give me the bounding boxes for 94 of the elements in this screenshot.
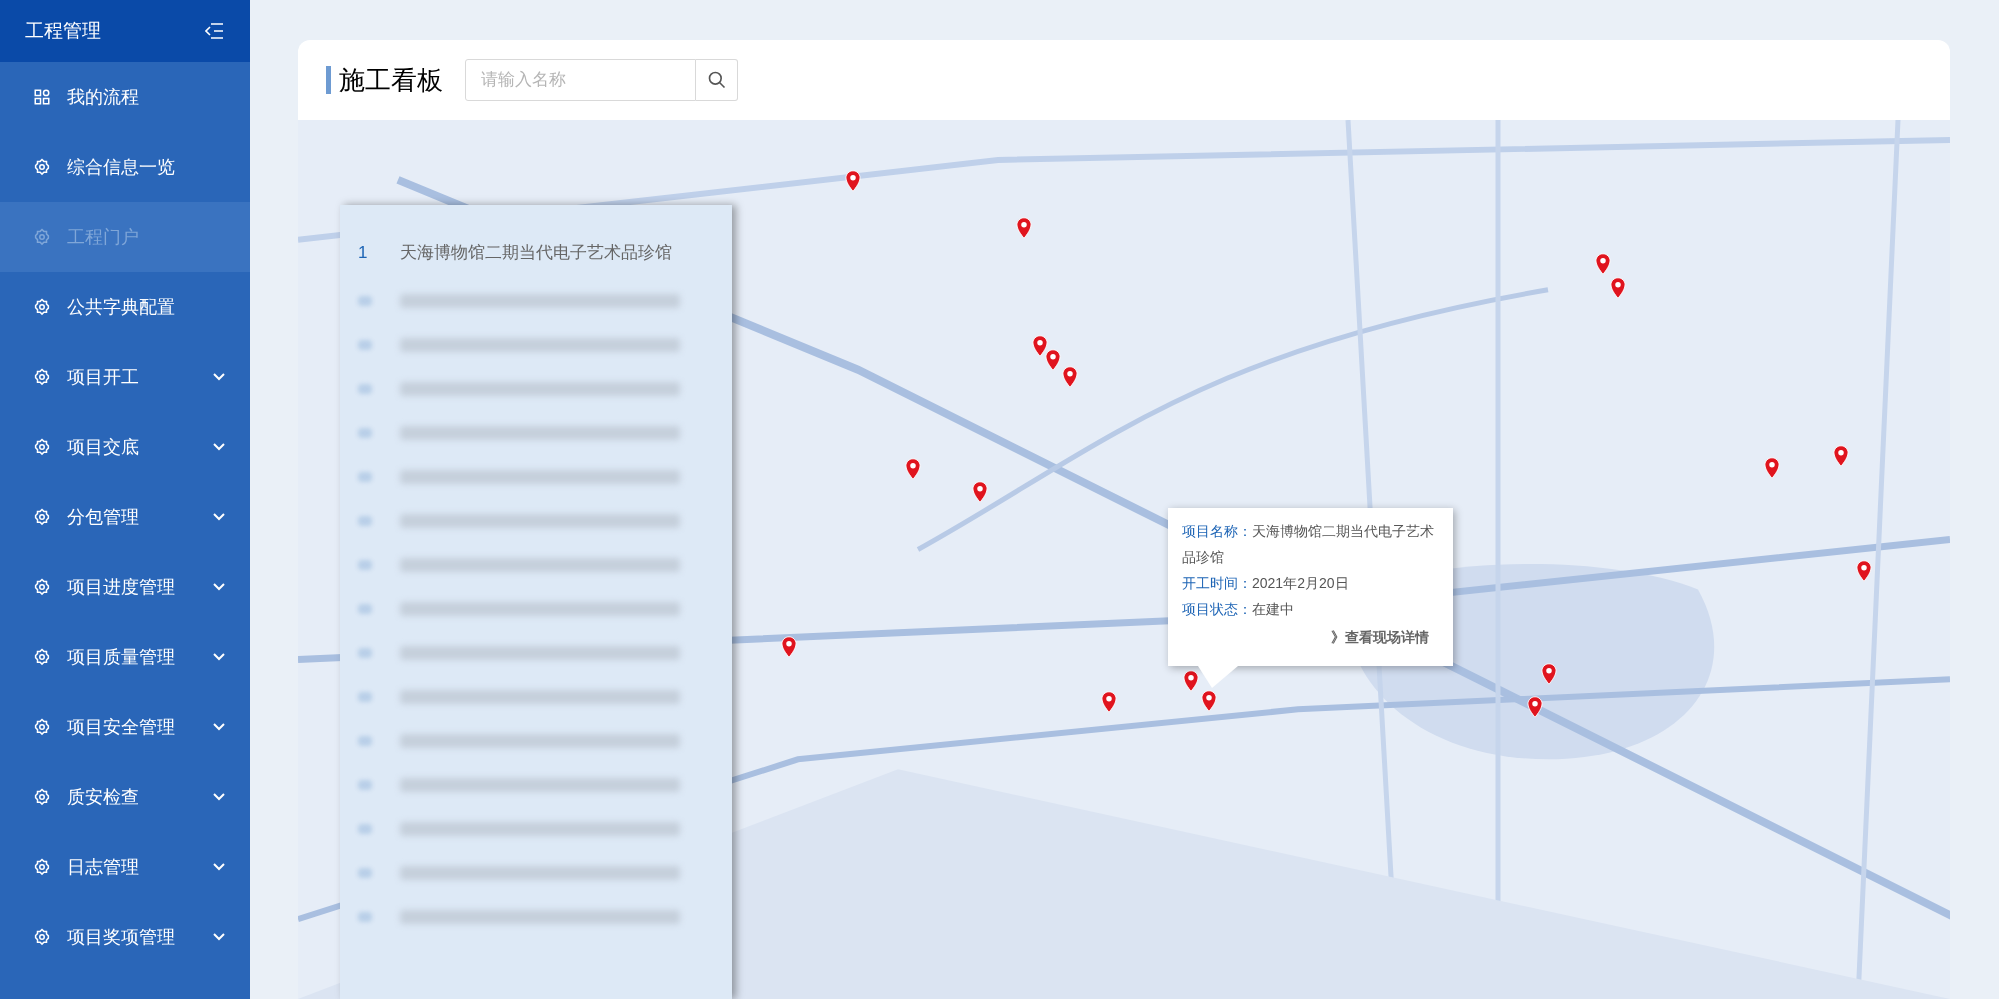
chevron-down-icon <box>213 723 225 731</box>
map-pin-icon[interactable] <box>1101 691 1118 714</box>
sidebar-item[interactable]: 项目奖项管理 <box>0 902 250 972</box>
gear-icon <box>33 578 51 596</box>
chevron-down-icon <box>213 373 225 381</box>
blurred-index <box>358 472 372 482</box>
gear-icon <box>33 648 51 666</box>
map-pin-icon[interactable] <box>1609 276 1626 299</box>
view-details-link[interactable]: 》查看现场详情 <box>1331 624 1429 650</box>
blurred-index <box>358 560 372 570</box>
map-pin-icon[interactable] <box>904 457 921 480</box>
gear-icon <box>33 158 51 176</box>
blurred-index <box>358 428 372 438</box>
gear-icon <box>33 928 51 946</box>
sidebar-item[interactable]: 项目交底 <box>0 412 250 482</box>
popup-field: 开工时间：2021年2月20日 <box>1182 570 1439 596</box>
chevron-down-icon <box>213 583 225 591</box>
popup-field: 项目名称：天海博物馆二期当代电子艺术品珍馆 <box>1182 518 1439 570</box>
chevron-down-icon <box>213 933 225 941</box>
map-pin-icon[interactable] <box>1764 456 1781 479</box>
map-pin-icon[interactable] <box>972 480 989 503</box>
title-accent-bar <box>326 66 331 94</box>
map-pin-icon[interactable] <box>1833 445 1850 468</box>
menu-label: 项目进度管理 <box>67 575 176 599</box>
menu-label: 综合信息一览 <box>67 155 176 179</box>
chevron-down-icon <box>213 513 225 521</box>
chevron-down-icon <box>213 653 225 661</box>
blurred-index <box>358 736 372 746</box>
sidebar-item[interactable]: 项目安全管理 <box>0 692 250 762</box>
sidebar-item[interactable]: 项目质量管理 <box>0 622 250 692</box>
sidebar-item[interactable]: 综合信息一览 <box>0 132 250 202</box>
blurred-index <box>358 780 372 790</box>
search-field[interactable]: 请输入名称 <box>465 59 696 101</box>
popup-field: 项目状态：在建中 <box>1182 596 1439 622</box>
sidebar-item[interactable]: 分包管理 <box>0 482 250 552</box>
menu-label: 项目安全管理 <box>67 715 176 739</box>
chevron-down-icon <box>213 863 225 871</box>
blurred-index <box>358 516 372 526</box>
menu-label: 项目交底 <box>67 435 140 459</box>
app-title: 工程管理 <box>25 18 101 43</box>
gear-icon <box>33 228 51 246</box>
grid-icon <box>33 88 51 106</box>
blurred-index <box>358 340 372 350</box>
map-pin-icon[interactable] <box>781 636 798 659</box>
map-pin-icon[interactable] <box>1200 689 1217 712</box>
collapse-menu-icon[interactable] <box>205 22 225 40</box>
map-pin-icon[interactable] <box>1541 663 1558 686</box>
blurred-index <box>358 648 372 658</box>
map-pin-icon[interactable] <box>1061 366 1078 389</box>
gear-icon <box>33 858 51 876</box>
menu-label: 工程门户 <box>67 225 140 249</box>
search-icon <box>706 70 727 90</box>
sidebar-item[interactable]: 质安检查 <box>0 762 250 832</box>
gear-icon <box>33 438 51 456</box>
sidebar-item[interactable]: 日志管理 <box>0 832 250 902</box>
map-pin-icon[interactable] <box>1045 349 1062 372</box>
map-pin-icon[interactable] <box>1015 216 1032 239</box>
gear-icon <box>33 298 51 316</box>
search-button[interactable] <box>696 59 738 101</box>
menu-label: 我的流程 <box>67 85 140 109</box>
blurred-index <box>358 384 372 394</box>
gear-icon <box>33 718 51 736</box>
gear-icon <box>33 508 51 526</box>
menu-label: 项目奖项管理 <box>67 925 176 949</box>
map-pin-icon[interactable] <box>844 169 861 192</box>
chevron-down-icon <box>213 793 225 801</box>
project-list-item[interactable]: 1 天海博物馆二期当代电子艺术品珍馆 <box>340 227 732 279</box>
blurred-index <box>358 604 372 614</box>
blurred-index <box>358 868 372 878</box>
sidebar-item[interactable]: 项目开工 <box>0 342 250 412</box>
gear-icon <box>33 788 51 806</box>
map-pin-icon[interactable] <box>1032 335 1049 358</box>
map-pin-icon[interactable] <box>1856 559 1873 582</box>
board-title: 施工看板 <box>339 63 443 97</box>
menu-label: 日志管理 <box>67 855 140 879</box>
menu-label: 分包管理 <box>67 505 140 529</box>
project-name: 天海博物馆二期当代电子艺术品珍馆 <box>400 242 672 265</box>
map-pin-icon[interactable] <box>1527 696 1544 719</box>
map-pin-icon[interactable] <box>1182 669 1199 692</box>
menu-label: 项目开工 <box>67 365 140 389</box>
chevron-down-icon <box>213 443 225 451</box>
menu-label: 质安检查 <box>67 785 140 809</box>
map-pin-icon[interactable] <box>1594 252 1611 275</box>
sidebar-item[interactable]: 公共字典配置 <box>0 272 250 342</box>
menu-label: 公共字典配置 <box>67 295 176 319</box>
menu-label: 项目质量管理 <box>67 645 176 669</box>
blurred-index <box>358 296 372 306</box>
sidebar-item[interactable]: 我的流程 <box>0 62 250 132</box>
blurred-index <box>358 824 372 834</box>
blurred-index <box>358 912 372 922</box>
item-index: 1 <box>358 242 368 265</box>
gear-icon <box>33 368 51 386</box>
blurred-index <box>358 692 372 702</box>
sidebar-item[interactable]: 项目进度管理 <box>0 552 250 622</box>
